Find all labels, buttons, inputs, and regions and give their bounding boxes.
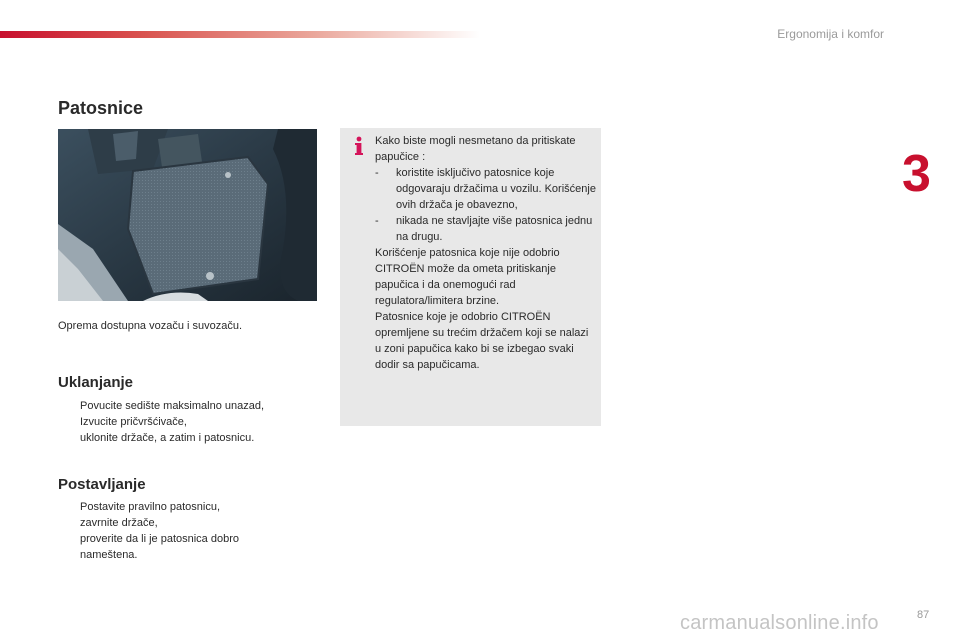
info-icon xyxy=(355,136,363,155)
list-item: zavrnite držače, xyxy=(80,517,158,529)
list-item: uklonite držače, a zatim i patosnicu. xyxy=(80,432,255,444)
list-item: Povucite sedište maksimalno unazad, xyxy=(80,400,265,412)
list-item: proverite da li je patosnica dobro nameš… xyxy=(80,533,239,561)
section-header: Ergonomija i komfor xyxy=(777,27,884,41)
page-number: 87 xyxy=(917,609,930,621)
info-box: Kako biste mogli nesmetano da pritiskate… xyxy=(340,128,601,426)
list-item: Izvucite pričvršćivače, xyxy=(80,416,187,428)
watermark: carmanualsonline.info xyxy=(680,612,879,634)
removal-steps: Povucite sedište maksimalno unazad, Izvu… xyxy=(58,398,298,446)
info-text: Kako biste mogli nesmetano da pritiskate… xyxy=(375,133,597,373)
removal-heading: Uklanjanje xyxy=(58,374,134,391)
info-paragraph: Korišćenje patosnica koje nije odobrio C… xyxy=(375,247,560,307)
installation-heading: Postavljanje xyxy=(58,476,146,493)
list-item: Postavite pravilno patosnicu, xyxy=(80,501,221,513)
info-paragraph: Patosnice koje je odobrio CITROËN opreml… xyxy=(375,311,589,371)
info-list-item: - koristite isključivo patosnice koje odg… xyxy=(375,167,596,211)
info-list-item: - nikada ne stavljajte više patosnica jed… xyxy=(375,215,593,243)
installation-steps: Postavite pravilno patosnicu, zavrnite d… xyxy=(58,499,298,563)
photo-caption: Oprema dostupna vozaču i suvozaču. xyxy=(58,320,243,332)
header-accent-bar xyxy=(0,31,480,38)
page-title: Patosnice xyxy=(58,98,144,118)
floor-mat-photo xyxy=(58,129,317,301)
info-intro: Kako biste mogli nesmetano da pritiskate… xyxy=(375,135,576,163)
chapter-number: 3 xyxy=(902,145,931,203)
